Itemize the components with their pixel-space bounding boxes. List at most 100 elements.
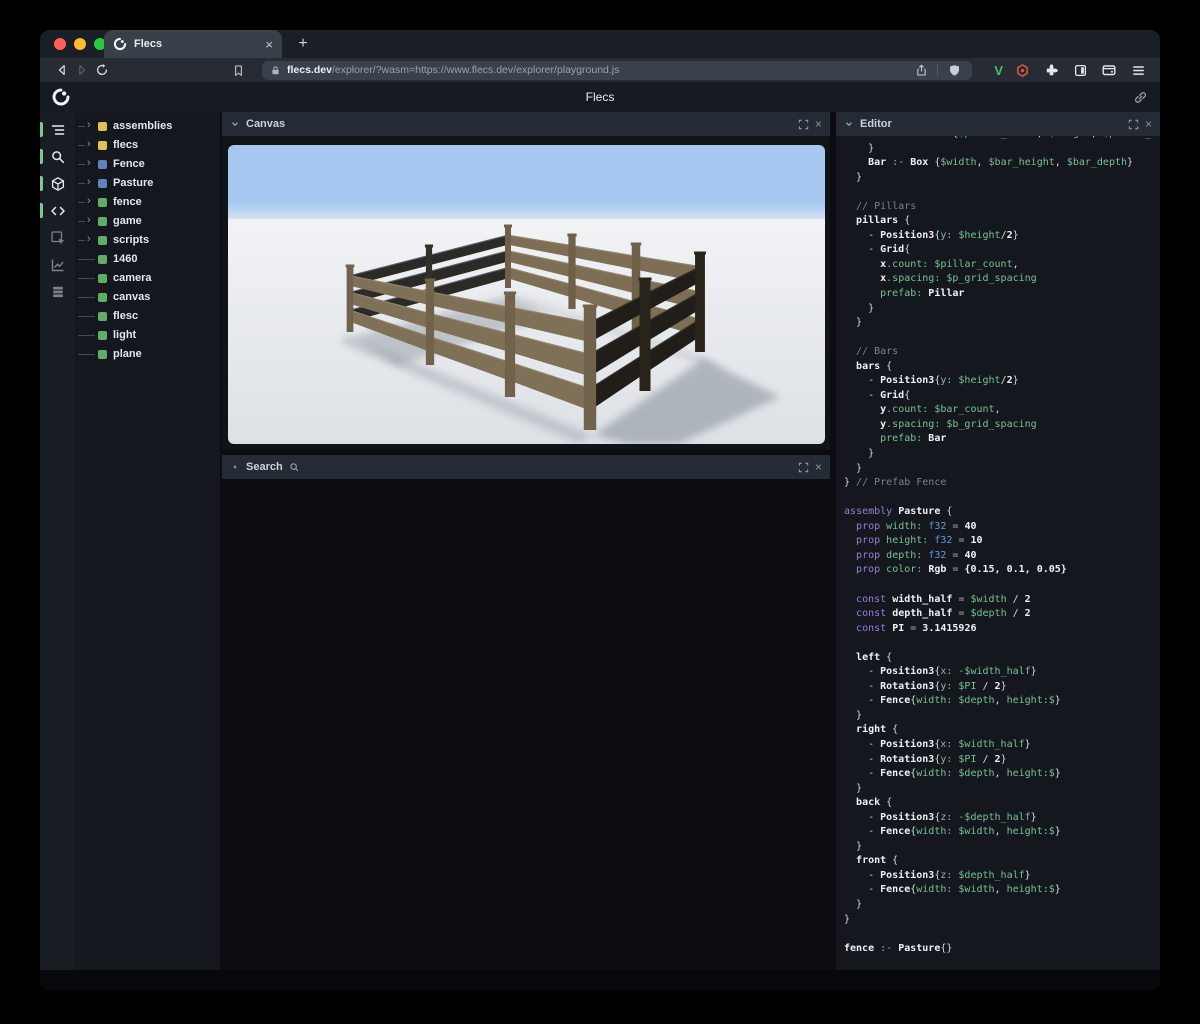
permalink-button[interactable] (1133, 90, 1148, 105)
sidebar-toggle-icon[interactable] (1070, 60, 1090, 80)
tab-close-button[interactable]: × (265, 38, 273, 51)
entity-kind-icon (98, 217, 107, 226)
tree-item-1460[interactable]: 1460 (75, 250, 220, 269)
tree-item-Fence[interactable]: › Fence (75, 155, 220, 174)
3d-scene-viewport[interactable] (228, 145, 825, 444)
tab-title: Flecs (134, 38, 163, 50)
expand-chevron-icon[interactable]: › (87, 233, 91, 245)
fullscreen-button[interactable] (1128, 119, 1139, 130)
entity-kind-icon (98, 141, 107, 150)
entity-kind-icon (98, 122, 107, 131)
tree-item-label: 1460 (113, 252, 138, 265)
reload-button[interactable] (92, 60, 112, 80)
entity-kind-icon (98, 312, 107, 321)
tree-item-label: game (113, 214, 142, 227)
browser-tab[interactable]: Flecs × (104, 30, 282, 58)
tree-item-fence[interactable]: › fence (75, 193, 220, 212)
entity-kind-icon (98, 255, 107, 264)
rail-tree-icon[interactable] (40, 120, 75, 140)
page-title: Flecs (585, 90, 615, 104)
tree-item-game[interactable]: › game (75, 212, 220, 231)
tree-item-flesc[interactable]: flesc (75, 307, 220, 326)
entity-tree: › assemblies › flecs › Fence › Pasture › fence › ga… (75, 112, 220, 970)
tree-connector (78, 145, 85, 146)
url-bar[interactable]: flecs.dev/explorer/?wasm=https://www.fle… (262, 60, 973, 80)
tree-item-label: Pasture (113, 176, 154, 189)
tree-connector (78, 221, 85, 222)
tree-connector (78, 354, 95, 355)
ext-hexagon-icon[interactable] (1012, 60, 1032, 80)
expand-chevron-icon[interactable]: › (87, 157, 91, 169)
code-editor[interactable]: Pillar :- Box {$pillar_width, $height, $… (836, 136, 1160, 970)
rail-inspect-icon[interactable] (40, 228, 75, 248)
rail-search-icon[interactable] (40, 147, 75, 167)
tree-connector (78, 316, 95, 317)
search-panel-body[interactable] (222, 479, 830, 970)
tree-item-flecs[interactable]: › flecs (75, 136, 220, 155)
entity-kind-icon (98, 179, 107, 188)
menu-button[interactable] (1128, 60, 1148, 80)
code-lines: Pillar :- Box {$pillar_width, $height, $… (844, 136, 1160, 954)
expand-chevron-icon[interactable]: › (87, 195, 91, 207)
tree-item-camera[interactable]: camera (75, 269, 220, 288)
divider (937, 64, 939, 76)
app-header: Flecs (40, 82, 1160, 112)
tree-item-Pasture[interactable]: › Pasture (75, 174, 220, 193)
search-close-button[interactable]: × (815, 461, 822, 473)
collapsed-dot-icon[interactable] (230, 462, 240, 472)
share-icon[interactable] (911, 60, 931, 80)
expand-chevron-icon[interactable]: › (87, 119, 91, 131)
icon-rail (40, 112, 75, 970)
fullscreen-button[interactable] (798, 119, 809, 130)
wallet-icon[interactable] (1099, 60, 1119, 80)
expand-chevron-icon[interactable]: › (87, 138, 91, 150)
editor-panel-header: Editor × (836, 112, 1160, 136)
rail-chart-icon[interactable] (40, 255, 75, 275)
shield-icon[interactable] (944, 60, 964, 80)
fullscreen-button[interactable] (798, 462, 809, 473)
ext-vue-icon[interactable]: V (994, 63, 1003, 78)
tree-connector (78, 164, 85, 165)
canvas-close-button[interactable]: × (815, 118, 822, 130)
browser-window: Flecs × + flecs.dev/explorer/?wasm=https… (40, 30, 1160, 990)
rail-stack-icon[interactable] (40, 282, 75, 302)
tree-item-plane[interactable]: plane (75, 345, 220, 364)
minimize-window-button[interactable] (74, 38, 86, 50)
search-panel-title: Search (246, 461, 283, 473)
tree-item-label: scripts (113, 233, 150, 246)
new-tab-button[interactable]: + (292, 33, 314, 55)
back-button[interactable] (52, 60, 72, 80)
main-content: › assemblies › flecs › Fence › Pasture › fence › ga… (40, 112, 1160, 970)
editor-column: Editor × Pillar :- Box {$pillar_width, $… (836, 112, 1160, 970)
tree-item-label: flesc (113, 309, 139, 322)
traffic-lights (54, 38, 106, 50)
tree-connector (78, 335, 95, 336)
lock-icon (272, 65, 279, 74)
editor-panel-title: Editor (860, 118, 892, 130)
tree-connector (78, 297, 95, 298)
flecs-logo-icon[interactable] (52, 88, 70, 106)
extensions-puzzle-icon[interactable] (1041, 60, 1061, 80)
tree-connector (78, 183, 85, 184)
tree-item-canvas[interactable]: canvas (75, 288, 220, 307)
forward-button[interactable] (72, 60, 92, 80)
tree-item-scripts[interactable]: › scripts (75, 231, 220, 250)
tree-item-light[interactable]: light (75, 326, 220, 345)
rail-code-icon[interactable] (40, 201, 75, 221)
entity-kind-icon (98, 274, 107, 283)
flecs-favicon-icon (113, 37, 127, 51)
tree-item-assemblies[interactable]: › assemblies (75, 117, 220, 136)
editor-close-button[interactable]: × (1145, 118, 1152, 130)
rail-cube-icon[interactable] (40, 174, 75, 194)
tree-connector (78, 202, 85, 203)
chevron-down-icon[interactable] (230, 119, 240, 129)
center-column: Canvas × Search × (222, 112, 830, 970)
expand-chevron-icon[interactable]: › (87, 214, 91, 226)
browser-toolbar: flecs.dev/explorer/?wasm=https://www.fle… (40, 58, 1160, 82)
tree-connector (78, 278, 95, 279)
expand-chevron-icon[interactable]: › (87, 176, 91, 188)
bookmarks-button[interactable] (228, 60, 248, 80)
link-icon (1135, 91, 1146, 103)
close-window-button[interactable] (54, 38, 66, 50)
chevron-down-icon[interactable] (844, 119, 854, 129)
